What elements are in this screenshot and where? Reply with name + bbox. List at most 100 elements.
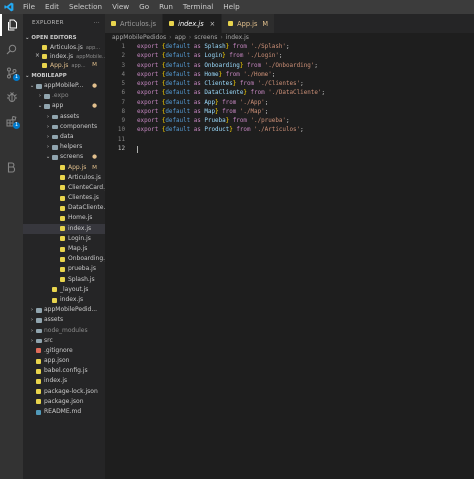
file-icon [60,175,65,181]
open-editors-header[interactable]: ⌄ OPEN EDITORS [23,33,105,43]
chevron-right-icon[interactable]: › [45,122,51,132]
tab-index-js[interactable]: index.js × [163,14,223,33]
file-item[interactable]: app.json [23,356,105,366]
open-editor-name: App.js [50,62,69,69]
search-icon[interactable] [0,38,23,60]
breadcrumb-item[interactable]: index.js [226,34,249,41]
chevron-right-icon[interactable]: › [29,315,35,325]
folder-item[interactable]: › .expo [23,91,105,101]
file-item[interactable]: Home.js [23,213,105,223]
menu-selection[interactable]: Selection [64,0,107,14]
file-item[interactable]: .gitignore [23,346,105,356]
breadcrumb-item[interactable]: appMobilePedidos [112,34,166,41]
project-header[interactable]: ⌄ MOBILEAPP [23,71,105,81]
js-file-icon [169,21,175,26]
menu-view[interactable]: View [107,0,134,14]
file-item[interactable]: Clientes.js [23,193,105,203]
file-item[interactable]: App.js M [23,163,105,173]
debug-icon[interactable] [0,86,23,108]
file-item[interactable]: Onboarding.js [23,254,105,264]
menu-help[interactable]: Help [218,0,244,14]
modified-badge: ● [92,83,97,89]
modified-badge: M [92,62,97,68]
open-editors-list: Articulos.js app... × index.js appMobile... A… [23,43,105,70]
folder-item[interactable]: › src [23,336,105,346]
file-item[interactable]: index.js [23,295,105,305]
modified-badge: M [262,19,269,28]
menu-edit[interactable]: Edit [40,0,64,14]
chevron-right-icon[interactable]: › [45,112,51,122]
chevron-right-icon[interactable]: › [45,142,51,152]
tree-item-label: assets [44,316,64,324]
folder-item[interactable]: › appMobilePedid... [23,305,105,315]
tree-item-label: prueba.js [68,265,96,273]
file-item[interactable]: babel.config.js [23,366,105,376]
folder-item[interactable]: › data [23,132,105,142]
menu-go[interactable]: Go [134,0,154,14]
file-item[interactable]: DataCliente.js [23,203,105,213]
extensions-icon[interactable]: 1 [0,110,23,132]
b-extension-icon[interactable] [0,156,23,178]
chevron-right-icon[interactable]: › [29,326,35,336]
file-item[interactable]: ClienteCard.js [23,183,105,193]
tree-item-label: app [52,102,64,110]
code-line: 3 export {default as Onboarding} from './… [105,62,474,71]
open-editor-item[interactable]: Articulos.js app... [23,43,105,52]
breadcrumb-item[interactable]: screens [194,34,217,41]
code-text: export {default as Product} from './Arti… [137,127,304,134]
open-editor-item[interactable]: App.js app... M [23,61,105,70]
code-line: 10 export {default as Product} from './Ar… [105,126,474,135]
folder-item[interactable]: › helpers [23,142,105,152]
folder-item[interactable]: › assets [23,112,105,122]
modified-badge: ● [92,154,97,161]
close-icon[interactable]: × [35,52,40,61]
file-item[interactable]: index.js [23,376,105,386]
file-item[interactable]: prueba.js [23,264,105,274]
folder-item[interactable]: ⌄ app ● [23,101,105,111]
tree-item-label: helpers [60,143,83,151]
folder-item[interactable]: › assets [23,315,105,325]
menu-run[interactable]: Run [154,0,178,14]
file-item[interactable]: package-lock.json [23,387,105,397]
file-item[interactable]: Articulos.js [23,173,105,183]
file-item[interactable]: _layout.js [23,285,105,295]
chevron-down-icon[interactable]: ⌄ [37,101,43,111]
tree-item-label: babel.config.js [44,367,88,375]
file-item[interactable]: package.json [23,397,105,407]
menu-terminal[interactable]: Terminal [178,0,218,14]
chevron-right-icon[interactable]: › [45,132,51,142]
code-text: export {default as Clientes} from './Cli… [137,81,304,87]
close-icon[interactable]: × [210,20,216,28]
chevron-right-icon[interactable]: › [29,305,35,315]
file-item[interactable]: Map.js [23,244,105,254]
chevron-right-icon[interactable]: › [37,91,43,101]
tree-item-label: Onboarding.js [68,255,105,263]
js-file-icon [42,63,47,69]
chevron-down-icon[interactable]: ⌄ [45,152,51,162]
folder-item[interactable]: › components [23,122,105,132]
line-number: 5 [121,81,125,87]
source-control-icon[interactable]: 1 [0,62,23,84]
tree-item-label: Home.js [68,214,93,222]
file-icon [60,256,65,262]
explorer-more-button[interactable]: ··· [94,14,100,33]
activity-bar: 1 1 [0,14,23,479]
code-editor[interactable]: 1 export {default as Splash} from './Spla… [105,43,474,154]
chevron-right-icon[interactable]: › [29,336,35,346]
file-icon [52,287,57,293]
file-item[interactable]: README.md [23,407,105,417]
open-editor-item[interactable]: × index.js appMobile... [23,52,105,61]
breadcrumb-item[interactable]: app [175,34,186,41]
file-item[interactable]: index.js [23,223,105,234]
tab-articulos-js[interactable]: Articulos.js [105,14,164,33]
folder-item[interactable]: ⌄ screens ● [23,152,105,162]
menu-file[interactable]: File [18,0,40,14]
file-item[interactable]: Login.js [23,234,105,244]
explorer-icon[interactable] [0,14,23,36]
tab-app-js[interactable]: App.js M [222,14,276,33]
chevron-down-icon[interactable]: ⌄ [29,81,35,91]
folder-item[interactable]: ⌄ appMobileP... ● [23,81,105,91]
file-item[interactable]: Splash.js [23,275,105,285]
folder-item[interactable]: › node_modules [23,326,105,336]
code-text: export {default as Prueba} from './prueb… [137,118,290,124]
